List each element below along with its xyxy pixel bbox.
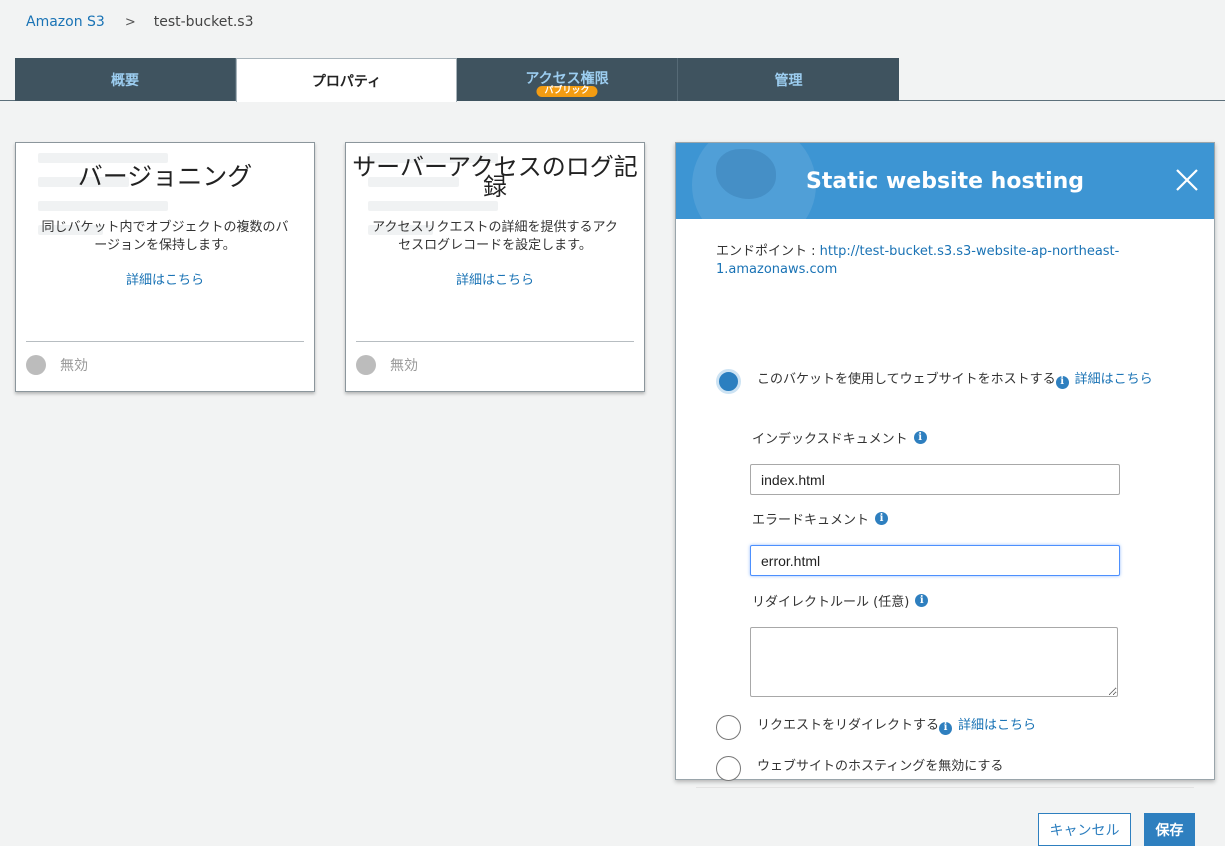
static-website-hosting-panel: Static website hosting エンドポイント : http://…: [675, 142, 1215, 846]
index-document-input[interactable]: [750, 464, 1120, 495]
panel-title: Static website hosting: [805, 168, 1085, 194]
host-website-label: このバケットを使用してウェブサイトをホストする: [757, 372, 1056, 387]
status-disabled-dot-icon: [26, 355, 46, 375]
info-icon[interactable]: i: [875, 512, 889, 525]
status-disabled-dot-icon: [356, 355, 376, 375]
error-document-input[interactable]: [750, 545, 1120, 576]
tab-properties[interactable]: プロパティ: [236, 58, 457, 102]
info-icon[interactable]: i: [915, 594, 929, 607]
endpoint: エンドポイント : http://test-bucket.s3.s3-websi…: [716, 243, 1146, 279]
info-icon[interactable]: i: [913, 431, 927, 444]
redirect-requests-learn-more-link[interactable]: 詳細はこちら: [958, 718, 1036, 733]
breadcrumb-current-bucket: test-bucket.s3: [153, 14, 254, 30]
option-redirect-requests[interactable]: リクエストをリダイレクトする i 詳細はこちら: [716, 715, 1036, 740]
logging-learn-more-link[interactable]: 詳細はこちら: [346, 269, 644, 288]
redirect-rules-label: リダイレクトルール (任意): [752, 595, 910, 610]
panel-header: Static website hosting: [676, 143, 1214, 219]
breadcrumb-separator: >: [124, 14, 136, 30]
tab-management[interactable]: 管理: [678, 58, 899, 101]
redirect-rules-label-row: リダイレクトルール (任意) i: [752, 591, 929, 610]
breadcrumb-amazon-s3[interactable]: Amazon S3: [26, 14, 105, 30]
versioning-title: バージョニング: [77, 162, 253, 191]
save-button[interactable]: 保存: [1144, 813, 1195, 846]
disable-hosting-radio[interactable]: [716, 756, 741, 781]
cancel-button[interactable]: キャンセル: [1038, 813, 1131, 846]
option-host-website[interactable]: このバケットを使用してウェブサイトをホストする i 詳細はこちら: [716, 369, 1176, 394]
logging-status: 無効: [356, 355, 418, 375]
logging-title: サーバーアクセスのログ記録: [352, 153, 638, 201]
tab-permissions-label: アクセス権限: [525, 70, 609, 87]
server-access-logging-card[interactable]: サーバーアクセスのログ記録 アクセスリクエストの詳細を提供するアクセスログレコー…: [345, 142, 645, 392]
versioning-divider: [26, 341, 304, 342]
redirect-requests-radio[interactable]: [716, 715, 741, 740]
host-website-radio[interactable]: [716, 369, 741, 394]
tab-properties-label: プロパティ: [311, 73, 382, 90]
versioning-card[interactable]: バージョニング 同じバケット内でオブジェクトの複数のバージョンを保持します。 詳…: [15, 142, 315, 392]
index-document-label: インデックスドキュメント: [752, 432, 908, 447]
error-document-label: エラードキュメント: [752, 513, 870, 528]
endpoint-label: エンドポイント :: [716, 244, 820, 259]
tab-overview[interactable]: 概要: [15, 58, 236, 101]
breadcrumb: Amazon S3 > test-bucket.s3: [26, 12, 254, 32]
versioning-learn-more-link[interactable]: 詳細はこちら: [16, 269, 314, 288]
disable-hosting-label: ウェブサイトのホスティングを無効にする: [757, 759, 1004, 774]
tab-management-label: 管理: [774, 72, 803, 89]
logging-status-label: 無効: [390, 358, 418, 374]
footer-divider: [696, 787, 1194, 788]
tab-permissions[interactable]: アクセス権限 パブリック: [457, 58, 678, 101]
close-icon[interactable]: [1172, 165, 1202, 195]
host-website-label-group: このバケットを使用してウェブサイトをホストする i 詳細はこちら: [757, 371, 1153, 389]
versioning-status-label: 無効: [60, 358, 88, 374]
tab-bar: 概要 プロパティ アクセス権限 パブリック 管理: [15, 58, 899, 102]
logging-description: アクセスリクエストの詳細を提供するアクセスログレコードを設定します。: [372, 220, 618, 253]
redirect-requests-label: リクエストをリダイレクトする: [757, 718, 940, 733]
versioning-description: 同じバケット内でオブジェクトの複数のバージョンを保持します。: [41, 220, 289, 253]
error-document-label-row: エラードキュメント i: [752, 509, 889, 528]
option-disable-hosting[interactable]: ウェブサイトのホスティングを無効にする: [716, 756, 1003, 781]
redirect-rules-textarea[interactable]: [750, 627, 1118, 697]
info-icon[interactable]: i: [1055, 375, 1069, 389]
tab-overview-label: 概要: [111, 72, 139, 89]
redirect-requests-label-group: リクエストをリダイレクトする i 詳細はこちら: [757, 717, 1036, 735]
logging-divider: [356, 341, 634, 342]
versioning-status: 無効: [26, 355, 88, 375]
public-badge: パブリック: [536, 86, 598, 97]
index-document-label-row: インデックスドキュメント i: [752, 428, 927, 447]
host-website-learn-more-link[interactable]: 詳細はこちら: [1075, 372, 1153, 387]
info-icon[interactable]: i: [939, 721, 953, 735]
